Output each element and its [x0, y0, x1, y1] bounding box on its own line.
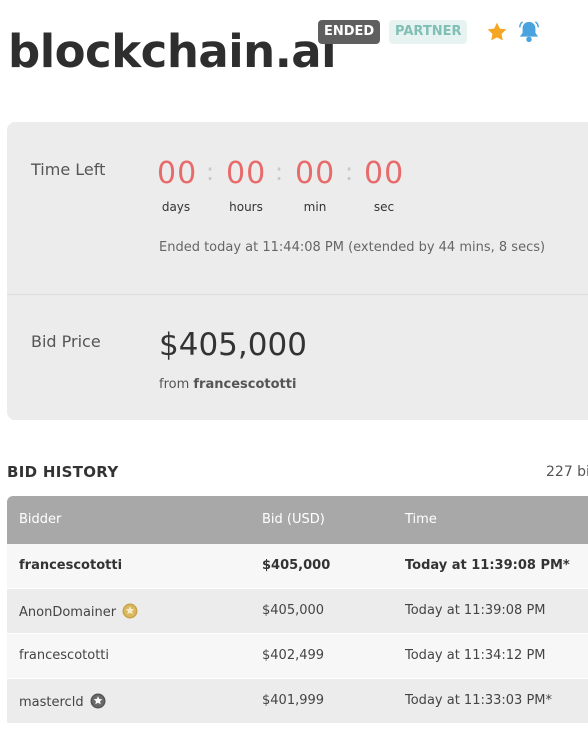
star-icon[interactable]	[486, 21, 508, 43]
bid-history-title: BID HISTORY	[7, 463, 119, 481]
countdown-sec: 00	[364, 156, 405, 191]
bid-history-table: Bidder Bid (USD) Time francescototti $40…	[7, 496, 588, 724]
bid-time: Today at 11:39:08 PM	[405, 603, 546, 618]
table-header: Bidder Bid (USD) Time	[7, 496, 588, 544]
column-header-time: Time	[405, 512, 437, 527]
countdown-min: 00	[295, 156, 336, 191]
domain-title: blockchain.ai	[8, 25, 337, 78]
bidder-cell: AnonDomainer	[19, 603, 138, 620]
bid-amount: $405,000	[262, 603, 325, 618]
bidder-link[interactable]: francescototti	[19, 648, 109, 663]
table-row: francescototti $405,000 Today at 11:39:0…	[7, 544, 588, 589]
column-header-bidder: Bidder	[19, 512, 62, 527]
ended-note: Ended today at 11:44:08 PM (extended by …	[159, 240, 546, 255]
header: blockchain.ai	[8, 22, 337, 82]
table-row: mastercld $401,999 Today at 11:33:03 PM*	[7, 679, 588, 724]
countdown-hours-label: hours	[229, 200, 263, 214]
bid-price: $405,000	[159, 327, 307, 363]
bidder-link[interactable]: mastercld	[19, 695, 84, 710]
countdown-days-label: days	[161, 200, 191, 214]
bid-time: Today at 11:34:12 PM	[405, 648, 546, 663]
bid-time: Today at 11:39:08 PM*	[405, 558, 570, 573]
auction-status-panel: Time Left 00 : 00 : 00 : 00 days hours m…	[7, 122, 588, 420]
bid-amount: $405,000	[262, 558, 331, 573]
countdown-min-label: min	[303, 200, 327, 214]
table-row: francescototti $402,499 Today at 11:34:1…	[7, 634, 588, 679]
bell-icon[interactable]	[518, 20, 540, 44]
countdown-separator: :	[345, 158, 354, 186]
bid-from: from francescototti	[159, 377, 296, 392]
bid-from-user-link[interactable]: francescototti	[193, 377, 296, 392]
countdown-separator: :	[206, 158, 215, 186]
panel-divider	[7, 294, 588, 295]
bid-price-label: Bid Price	[31, 332, 101, 351]
countdown-sec-label: sec	[373, 200, 395, 214]
bid-amount: $401,999	[262, 693, 325, 708]
bidder-link[interactable]: AnonDomainer	[19, 605, 116, 620]
table-row: AnonDomainer $405,000 Today at 11:39:08 …	[7, 589, 588, 634]
status-badge: ENDED	[318, 20, 381, 44]
countdown-hours: 00	[226, 156, 267, 191]
dark-star-badge-icon	[90, 693, 106, 709]
gold-star-badge-icon	[122, 603, 138, 619]
countdown-days: 00	[157, 156, 198, 191]
countdown-separator: :	[275, 158, 284, 186]
bid-amount: $402,499	[262, 648, 325, 663]
bidder-link[interactable]: francescototti	[19, 558, 122, 573]
bidder-cell: mastercld	[19, 693, 106, 710]
partner-badge: PARTNER	[389, 20, 468, 44]
column-header-bid: Bid (USD)	[262, 512, 325, 527]
bid-time: Today at 11:33:03 PM*	[405, 693, 552, 708]
bid-from-prefix: from	[159, 377, 190, 392]
bid-count: 227 bi	[546, 464, 588, 480]
time-left-label: Time Left	[31, 160, 106, 179]
